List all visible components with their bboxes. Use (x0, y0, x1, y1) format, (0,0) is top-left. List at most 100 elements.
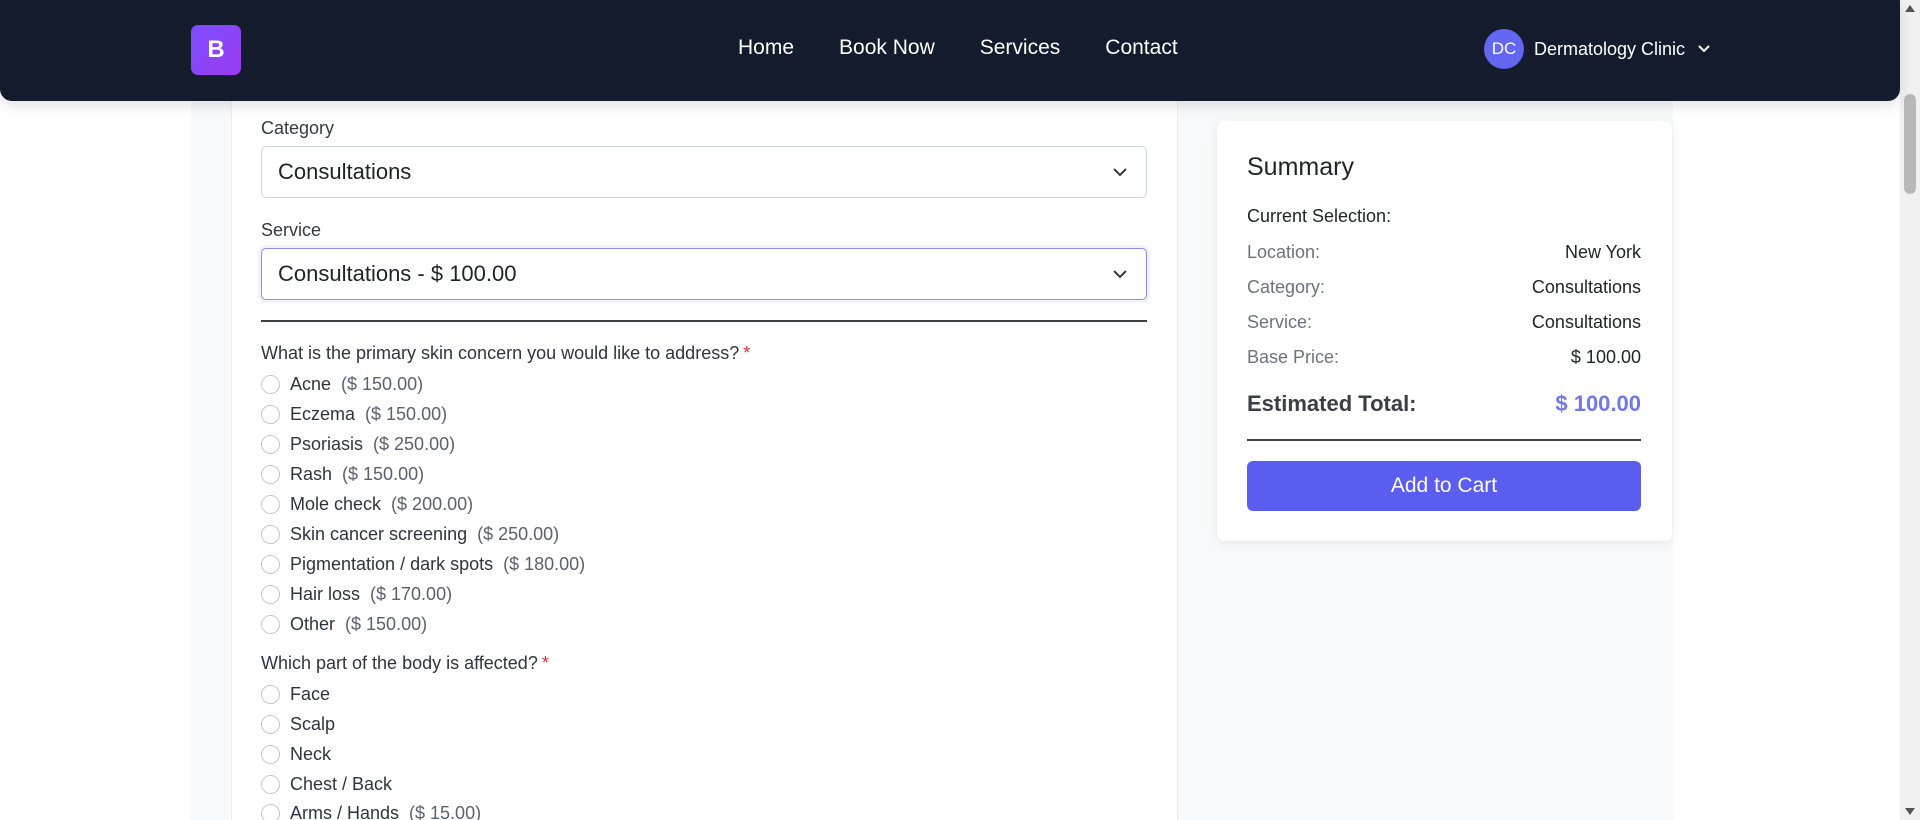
page-scrollbar[interactable] (1900, 0, 1920, 820)
radio-button[interactable] (261, 405, 280, 424)
summary-title: Summary (1247, 153, 1354, 181)
radio-button[interactable] (261, 615, 280, 634)
option-price: ($ 250.00) (373, 434, 456, 454)
required-mark: * (541, 653, 549, 673)
option-label: Psoriasis (290, 434, 364, 454)
radio-button[interactable] (261, 375, 280, 394)
radio-option-rash[interactable]: Rash ($ 150.00) (261, 464, 424, 485)
option-price: ($ 200.00) (391, 494, 474, 514)
nav-links: Home Book Now Services Contact (738, 36, 1223, 60)
radio-button[interactable] (261, 685, 280, 704)
option-label: Mole check (290, 494, 382, 514)
radio-option-pigmentation[interactable]: Pigmentation / dark spots ($ 180.00) (261, 554, 585, 575)
radio-option-chest-back[interactable]: Chest / Back (261, 774, 392, 795)
option-label: Eczema (290, 404, 356, 424)
summary-row-category: Category: Consultations (1247, 277, 1641, 298)
summary-card: Summary Current Selection: Location: New… (1217, 121, 1672, 541)
summary-row-location: Location: New York (1247, 242, 1641, 263)
nav-link-book-now[interactable]: Book Now (839, 36, 935, 60)
scrollbar-thumb[interactable] (1904, 94, 1916, 194)
option-label: Other (290, 614, 336, 634)
option-label: Pigmentation / dark spots (290, 554, 494, 574)
chevron-down-icon (1698, 45, 1710, 53)
radio-button[interactable] (261, 715, 280, 734)
summary-key: Location: (1247, 242, 1321, 262)
radio-option-acne[interactable]: Acne ($ 150.00) (261, 374, 423, 395)
top-navbar: B Home Book Now Services Contact DC Derm… (0, 0, 1900, 101)
radio-option-arms-hands[interactable]: Arms / Hands ($ 15.00) (261, 803, 481, 820)
radio-button[interactable] (261, 435, 280, 454)
option-label: Acne (290, 374, 332, 394)
radio-button[interactable] (261, 804, 280, 820)
summary-divider (1247, 439, 1641, 441)
option-price: ($ 170.00) (370, 584, 453, 604)
summary-key: Category: (1247, 277, 1326, 297)
radio-option-other[interactable]: Other ($ 150.00) (261, 614, 427, 635)
category-select[interactable]: Consultations (261, 146, 1147, 198)
body-part-question: Which part of the body is affected? * (261, 653, 549, 674)
option-label: Neck (290, 744, 332, 764)
option-price: ($ 150.00) (365, 404, 448, 424)
summary-key: Service: (1247, 312, 1313, 332)
radio-option-mole-check[interactable]: Mole check ($ 200.00) (261, 494, 473, 515)
radio-option-eczema[interactable]: Eczema ($ 150.00) (261, 404, 447, 425)
option-price: ($ 180.00) (503, 554, 586, 574)
required-mark: * (743, 343, 751, 363)
add-to-cart-button[interactable]: Add to Cart (1247, 461, 1641, 511)
category-label: Category (261, 118, 335, 138)
summary-key: Base Price: (1247, 347, 1340, 367)
brand-logo[interactable]: B (191, 25, 241, 75)
estimated-total-value: $ 100.00 (1555, 391, 1641, 416)
nav-link-home[interactable]: Home (738, 36, 794, 60)
service-select[interactable]: Consultations - $ 100.00 (261, 248, 1147, 300)
summary-value: Consultations (1531, 312, 1641, 332)
form-divider (261, 320, 1147, 322)
user-menu[interactable]: DC Dermatology Clinic (1484, 29, 1711, 69)
user-name: Dermatology Clinic (1534, 38, 1686, 59)
option-label: Rash (290, 464, 333, 484)
option-price: ($ 150.00) (341, 374, 424, 394)
radio-button[interactable] (261, 585, 280, 604)
radio-button[interactable] (261, 525, 280, 544)
skin-concern-question: What is the primary skin concern you wou… (261, 343, 750, 364)
option-label: Hair loss (290, 584, 361, 604)
option-label: Skin cancer screening (290, 524, 468, 544)
option-price: ($ 150.00) (342, 464, 425, 484)
summary-value: $ 100.00 (1570, 347, 1641, 367)
radio-option-hair-loss[interactable]: Hair loss ($ 170.00) (261, 584, 452, 605)
category-select-value: Consultations (278, 159, 412, 184)
radio-button[interactable] (261, 775, 280, 794)
chevron-down-icon (1113, 270, 1127, 279)
radio-button[interactable] (261, 745, 280, 764)
summary-value: New York (1564, 242, 1641, 262)
summary-row-service: Service: Consultations (1247, 312, 1641, 333)
option-price: ($ 150.00) (345, 614, 428, 634)
service-select-value: Consultations - $ 100.00 (278, 261, 517, 286)
summary-value: Consultations (1531, 277, 1641, 297)
question-text: Which part of the body is affected? (261, 653, 538, 673)
nav-link-services[interactable]: Services (980, 36, 1061, 60)
radio-option-skin-cancer-screening[interactable]: Skin cancer screening ($ 250.00) (261, 524, 559, 545)
chevron-down-icon (1113, 168, 1127, 177)
radio-button[interactable] (261, 495, 280, 514)
question-text: What is the primary skin concern you wou… (261, 343, 740, 363)
summary-row-base-price: Base Price: $ 100.00 (1247, 347, 1641, 368)
option-label: Face (290, 684, 331, 704)
option-label: Arms / Hands (290, 803, 400, 820)
current-selection-heading: Current Selection: (1247, 206, 1392, 226)
radio-option-psoriasis[interactable]: Psoriasis ($ 250.00) (261, 434, 455, 455)
nav-link-contact[interactable]: Contact (1105, 36, 1177, 60)
option-label: Chest / Back (290, 774, 393, 794)
radio-option-scalp[interactable]: Scalp (261, 714, 335, 735)
estimated-total-label: Estimated Total: (1247, 391, 1417, 416)
option-label: Scalp (290, 714, 336, 734)
scroll-up-arrow-icon[interactable] (1905, 5, 1915, 12)
radio-button[interactable] (261, 465, 280, 484)
option-price: ($ 15.00) (409, 803, 482, 820)
option-price: ($ 250.00) (477, 524, 560, 544)
scroll-down-arrow-icon[interactable] (1905, 808, 1915, 815)
radio-button[interactable] (261, 555, 280, 574)
avatar: DC (1484, 29, 1524, 69)
radio-option-neck[interactable]: Neck (261, 744, 331, 765)
radio-option-face[interactable]: Face (261, 684, 330, 705)
